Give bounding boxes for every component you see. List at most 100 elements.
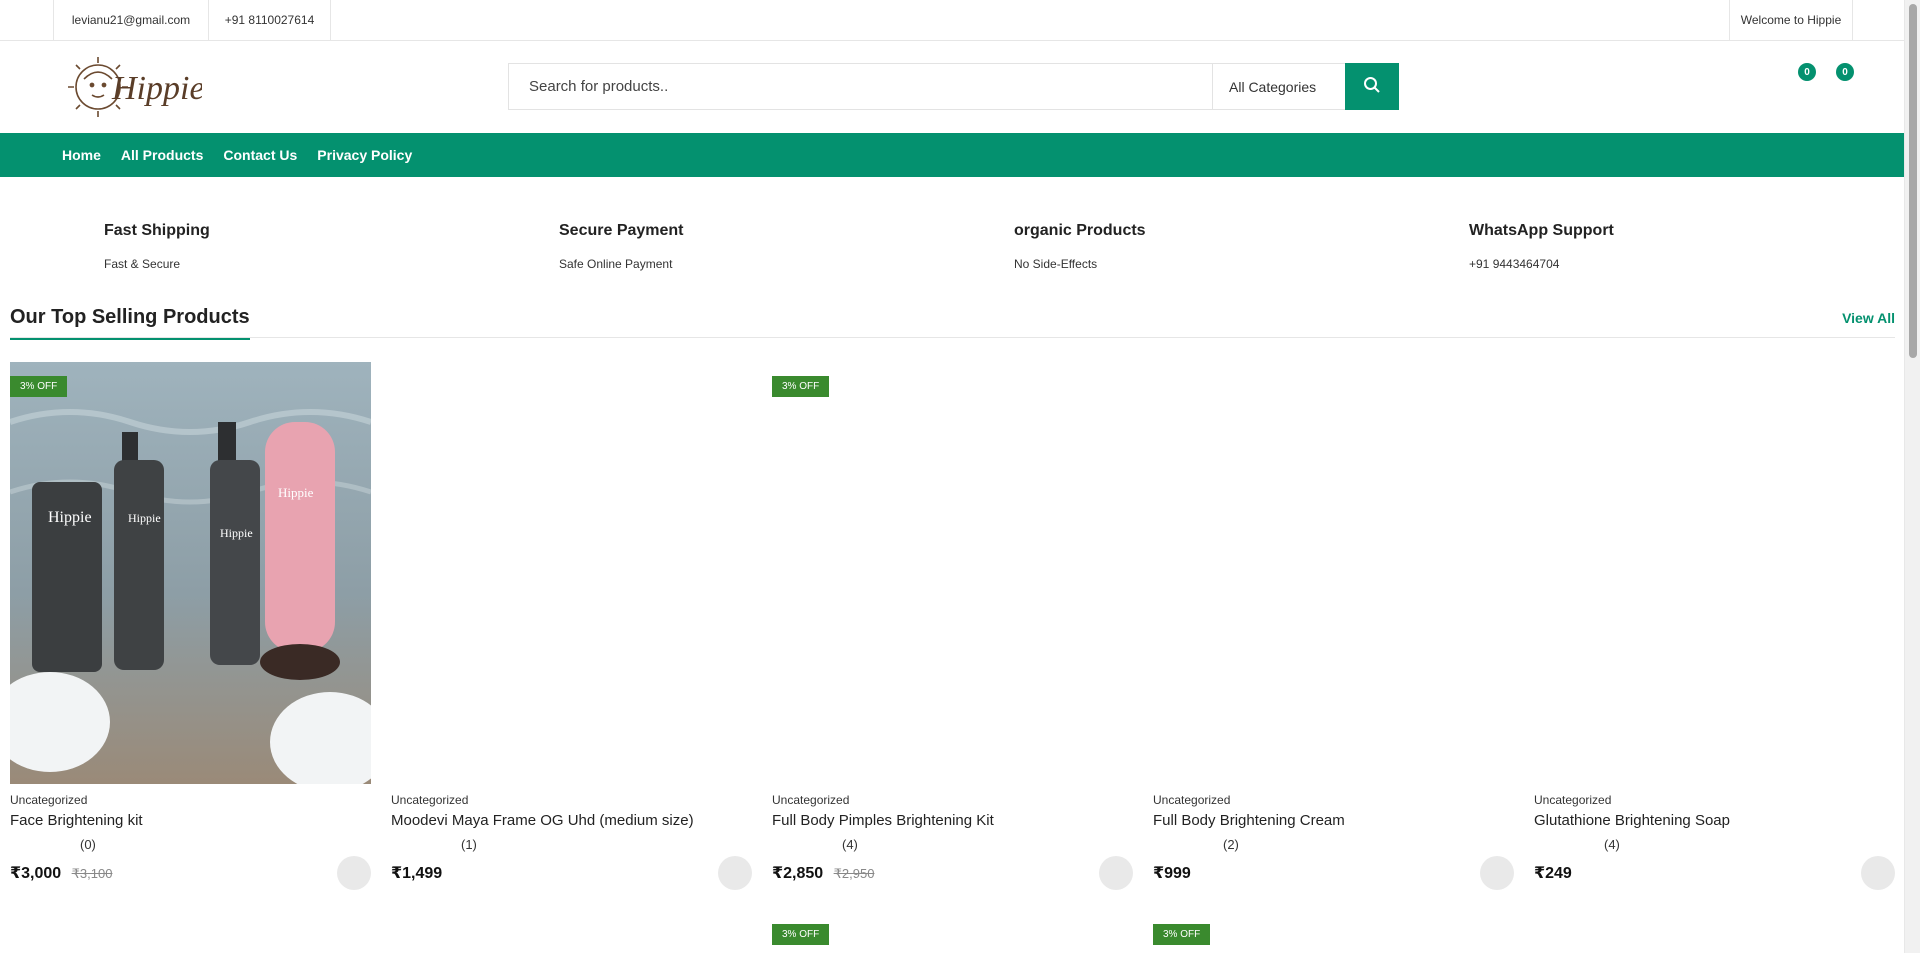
review-count: (0) (80, 837, 96, 852)
review-count: (4) (842, 837, 858, 852)
product-price: ₹2,850 ₹2,950 (772, 863, 874, 883)
add-to-cart-button[interactable] (1480, 856, 1514, 890)
current-price: ₹249 (1534, 865, 1572, 882)
current-price: ₹1,499 (391, 865, 443, 882)
rating-stars-icon (391, 839, 461, 851)
category-select[interactable]: All Categories (1213, 64, 1345, 109)
view-all-link[interactable]: View All (1842, 310, 1895, 326)
feature-title: organic Products (1014, 222, 1146, 239)
section-header: Our Top Selling Products View All (10, 302, 1895, 340)
product-name[interactable]: Glutathione Brightening Soap (1534, 812, 1730, 829)
review-count: (2) (1223, 837, 1239, 852)
site-header: Hippie All Categories 0 0 (0, 41, 1904, 133)
product-rating: (4) (772, 837, 858, 852)
product-card[interactable]: Uncategorized Glutathione Brightening So… (1534, 362, 1895, 897)
product-photo-icon: Hippie Hippie Hippie Hippie (10, 362, 371, 784)
search-button[interactable] (1345, 63, 1399, 110)
feature-strip: Fast Shipping Fast & Secure Secure Payme… (0, 222, 1904, 282)
product-price: ₹249 (1534, 863, 1572, 883)
svg-text:Hippie: Hippie (111, 70, 202, 107)
product-name[interactable]: Face Brightening kit (10, 812, 143, 829)
rating-stars-icon (10, 839, 80, 851)
discount-badge: 3% OFF (1153, 924, 1211, 945)
product-rating: (4) (1534, 837, 1620, 852)
current-price: ₹3,000 (10, 865, 62, 882)
rating-stars-icon (772, 839, 842, 851)
top-bar: levianu21@gmail.com +91 8110027614 Welco… (0, 0, 1904, 41)
feature-desc: Safe Online Payment (559, 257, 673, 271)
svg-text:Hippie: Hippie (48, 509, 92, 526)
cart-count: 0 (1836, 63, 1854, 81)
discount-badge: 3% OFF (772, 924, 830, 945)
feature-desc: No Side-Effects (1014, 257, 1098, 271)
product-category[interactable]: Uncategorized (1534, 793, 1611, 807)
product-name[interactable]: Full Body Brightening Cream (1153, 812, 1345, 829)
product-rating: (0) (10, 837, 96, 852)
nav-contact-us[interactable]: Contact Us (223, 147, 297, 163)
product-image[interactable]: Hippie Hippie Hippie Hippie (10, 362, 371, 784)
add-to-cart-button[interactable] (1861, 856, 1895, 890)
product-image[interactable] (772, 362, 1133, 784)
nav-all-products[interactable]: All Products (121, 147, 203, 163)
product-price: ₹1,499 (391, 863, 442, 883)
feature-desc: +91 9443464704 (1469, 257, 1560, 271)
topbar-phone[interactable]: +91 8110027614 (208, 0, 331, 40)
product-price: ₹999 (1153, 863, 1191, 883)
wishlist-count: 0 (1798, 63, 1816, 81)
nav-privacy-policy[interactable]: Privacy Policy (317, 147, 412, 163)
add-to-cart-button[interactable] (1099, 856, 1133, 890)
topbar-welcome: Welcome to Hippie (1729, 0, 1853, 40)
nav-home[interactable]: Home (62, 147, 101, 163)
product-image[interactable] (1534, 362, 1895, 784)
add-to-cart-button[interactable] (718, 856, 752, 890)
product-rating: (1) (391, 837, 477, 852)
cart-button[interactable]: 0 (1824, 63, 1854, 93)
current-price: ₹999 (1153, 865, 1191, 882)
review-count: (4) (1604, 837, 1620, 852)
discount-badge: 3% OFF (772, 376, 830, 397)
product-category[interactable]: Uncategorized (1153, 793, 1230, 807)
svg-text:Hippie: Hippie (220, 526, 253, 540)
product-category[interactable]: Uncategorized (10, 793, 87, 807)
product-price: ₹3,000 ₹3,100 (10, 863, 112, 883)
feature-title: Secure Payment (559, 222, 684, 239)
svg-text:Hippie: Hippie (128, 511, 161, 525)
product-image[interactable] (1153, 362, 1514, 784)
old-price: ₹2,950 (833, 866, 875, 881)
product-rating: (2) (1153, 837, 1239, 852)
product-image[interactable] (391, 362, 752, 784)
product-name[interactable]: Moodevi Maya Frame OG Uhd (medium size) (391, 812, 694, 829)
product-card[interactable]: Uncategorized Moodevi Maya Frame OG Uhd … (391, 362, 752, 897)
review-count: (1) (461, 837, 477, 852)
feature-desc: Fast & Secure (104, 257, 181, 271)
scrollbar-thumb[interactable] (1909, 4, 1917, 358)
hippie-logo-icon: Hippie (68, 57, 205, 117)
feature-item: Fast Shipping Fast & Secure (104, 222, 404, 271)
feature-title: Fast Shipping (104, 222, 210, 239)
feature-item: Secure Payment Safe Online Payment (559, 222, 859, 271)
svg-text:Hippie: Hippie (278, 485, 314, 500)
product-category[interactable]: Uncategorized (772, 793, 849, 807)
product-name[interactable]: Full Body Pimples Brightening Kit (772, 812, 994, 829)
product-card[interactable]: 3% OFF Uncategorized Full Body Pimples B… (772, 362, 1133, 897)
topbar-email[interactable]: levianu21@gmail.com (53, 0, 208, 40)
product-category[interactable]: Uncategorized (391, 793, 468, 807)
page-scrollbar[interactable] (1904, 0, 1920, 953)
product-card[interactable]: Uncategorized Full Body Brightening Crea… (1153, 362, 1514, 897)
add-to-cart-button[interactable] (337, 856, 371, 890)
section-title: Our Top Selling Products (10, 306, 250, 340)
old-price: ₹3,100 (71, 866, 113, 881)
site-logo[interactable]: Hippie (64, 49, 205, 125)
search-bar: All Categories (508, 63, 1399, 110)
current-price: ₹2,850 (772, 865, 824, 882)
rating-stars-icon (1534, 839, 1604, 851)
feature-title: WhatsApp Support (1469, 222, 1614, 239)
wishlist-button[interactable]: 0 (1786, 63, 1816, 93)
main-nav: Home All Products Contact Us Privacy Pol… (0, 133, 1904, 177)
feature-item: WhatsApp Support +91 9443464704 (1469, 222, 1769, 271)
search-icon (1364, 77, 1380, 93)
rating-stars-icon (1153, 839, 1223, 851)
discount-badge: 3% OFF (10, 376, 68, 397)
product-card[interactable]: Hippie Hippie Hippie Hippie 3% OFF Uncat… (10, 362, 371, 897)
search-input[interactable] (509, 64, 1213, 109)
